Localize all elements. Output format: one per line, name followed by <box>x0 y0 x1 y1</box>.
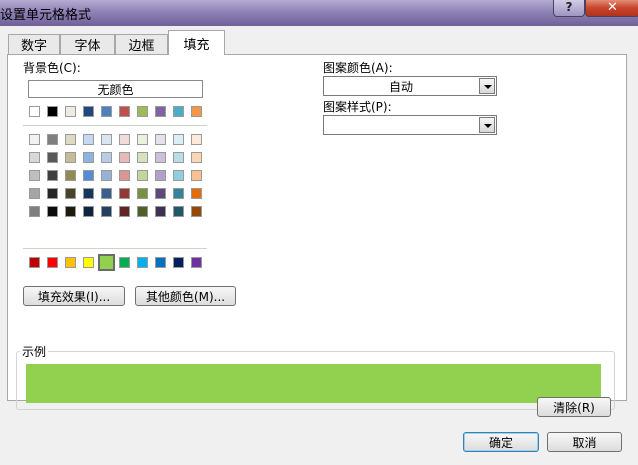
color-swatch[interactable] <box>47 134 58 145</box>
color-swatch[interactable] <box>101 206 112 217</box>
color-swatch[interactable] <box>155 206 166 217</box>
palette-divider <box>23 125 207 126</box>
color-swatch[interactable] <box>47 188 58 199</box>
color-swatch[interactable] <box>83 257 94 268</box>
color-swatch[interactable] <box>119 257 130 268</box>
color-swatch[interactable] <box>119 106 130 117</box>
pattern-color-dropdown[interactable]: 自动 <box>323 76 497 96</box>
fill-panel: 背景色(C): 无颜色 填充效果(I)... 其他颜色(M)... 图案颜色(A… <box>7 54 627 410</box>
color-swatch[interactable] <box>47 152 58 163</box>
pattern-color-label: 图案颜色(A): <box>323 61 393 75</box>
color-swatch[interactable] <box>29 134 40 145</box>
no-color-button[interactable]: 无颜色 <box>28 80 203 98</box>
color-swatch[interactable] <box>101 106 112 117</box>
window-title: 设置单元格格式 <box>0 8 92 23</box>
sample-label: 示例 <box>20 343 49 360</box>
color-swatch[interactable] <box>173 134 184 145</box>
color-swatch[interactable] <box>119 206 130 217</box>
color-swatch[interactable] <box>83 188 94 199</box>
color-swatch[interactable] <box>47 257 58 268</box>
color-swatch[interactable] <box>29 257 40 268</box>
color-swatch[interactable] <box>65 206 76 217</box>
color-swatch[interactable] <box>101 134 112 145</box>
chevron-down-icon[interactable] <box>479 78 495 94</box>
color-swatch[interactable] <box>47 170 58 181</box>
color-swatch[interactable] <box>97 253 116 272</box>
ok-button[interactable]: 确定 <box>463 432 539 452</box>
color-swatch[interactable] <box>119 134 130 145</box>
color-swatch[interactable] <box>137 152 148 163</box>
color-swatch[interactable] <box>173 170 184 181</box>
clear-button[interactable]: 清除(R) <box>537 397 611 417</box>
palette-divider <box>23 248 207 249</box>
color-swatch[interactable] <box>101 152 112 163</box>
color-swatch[interactable] <box>29 206 40 217</box>
pattern-style-dropdown[interactable] <box>323 115 497 135</box>
chevron-down-icon[interactable] <box>479 117 495 133</box>
color-swatch[interactable] <box>155 106 166 117</box>
color-swatch[interactable] <box>191 106 202 117</box>
color-swatch[interactable] <box>65 134 76 145</box>
color-swatch[interactable] <box>155 188 166 199</box>
sample-preview <box>26 364 601 403</box>
color-swatch[interactable] <box>191 170 202 181</box>
color-swatch[interactable] <box>137 206 148 217</box>
tab-number[interactable]: 数字 <box>8 34 60 54</box>
color-swatch[interactable] <box>83 152 94 163</box>
color-swatch[interactable] <box>191 257 202 268</box>
color-swatch[interactable] <box>191 206 202 217</box>
color-swatch[interactable] <box>137 188 148 199</box>
color-swatch[interactable] <box>47 106 58 117</box>
color-swatch[interactable] <box>173 206 184 217</box>
title-bar: 设置单元格格式 ? ✕ <box>0 0 638 26</box>
close-button[interactable]: ✕ <box>585 0 638 17</box>
help-button[interactable]: ? <box>553 0 585 17</box>
color-swatch[interactable] <box>119 152 130 163</box>
pattern-color-value: 自动 <box>388 79 413 94</box>
color-swatch[interactable] <box>65 152 76 163</box>
color-swatch[interactable] <box>29 188 40 199</box>
color-swatch[interactable] <box>65 188 76 199</box>
color-swatch[interactable] <box>191 188 202 199</box>
color-swatch[interactable] <box>137 170 148 181</box>
color-swatch[interactable] <box>173 188 184 199</box>
color-swatch[interactable] <box>155 152 166 163</box>
color-swatch[interactable] <box>137 106 148 117</box>
pattern-style-label: 图案样式(P): <box>323 100 392 114</box>
color-swatch[interactable] <box>173 106 184 117</box>
color-swatch[interactable] <box>173 257 184 268</box>
color-swatch[interactable] <box>65 106 76 117</box>
color-swatch[interactable] <box>191 134 202 145</box>
tab-fill[interactable]: 填充 <box>168 30 225 55</box>
color-swatch[interactable] <box>173 152 184 163</box>
color-swatch[interactable] <box>83 106 94 117</box>
color-swatch[interactable] <box>137 257 148 268</box>
color-swatch[interactable] <box>83 134 94 145</box>
tab-border[interactable]: 边框 <box>115 34 168 54</box>
fill-effects-button[interactable]: 填充效果(I)... <box>23 286 125 306</box>
color-swatch[interactable] <box>65 170 76 181</box>
color-swatch[interactable] <box>155 257 166 268</box>
color-swatch[interactable] <box>137 134 148 145</box>
color-swatch[interactable] <box>65 257 76 268</box>
color-swatch[interactable] <box>47 206 58 217</box>
color-swatch[interactable] <box>101 170 112 181</box>
format-cells-dialog: 数字 字体 边框 填充 背景色(C): 无颜色 填充效果(I)... 其他颜色(… <box>0 26 638 465</box>
pattern-style-value <box>324 116 478 134</box>
color-swatch[interactable] <box>29 106 40 117</box>
tab-font[interactable]: 字体 <box>60 34 115 54</box>
color-swatch[interactable] <box>101 188 112 199</box>
color-swatch[interactable] <box>155 170 166 181</box>
color-swatch[interactable] <box>83 170 94 181</box>
color-swatch[interactable] <box>155 134 166 145</box>
color-swatch[interactable] <box>83 206 94 217</box>
background-color-label: 背景色(C): <box>23 61 81 75</box>
color-swatch[interactable] <box>191 152 202 163</box>
cancel-button[interactable]: 取消 <box>547 432 622 452</box>
color-swatch[interactable] <box>119 188 130 199</box>
color-swatch[interactable] <box>29 170 40 181</box>
color-swatch[interactable] <box>29 152 40 163</box>
more-colors-button[interactable]: 其他颜色(M)... <box>135 286 236 306</box>
color-swatch[interactable] <box>119 170 130 181</box>
